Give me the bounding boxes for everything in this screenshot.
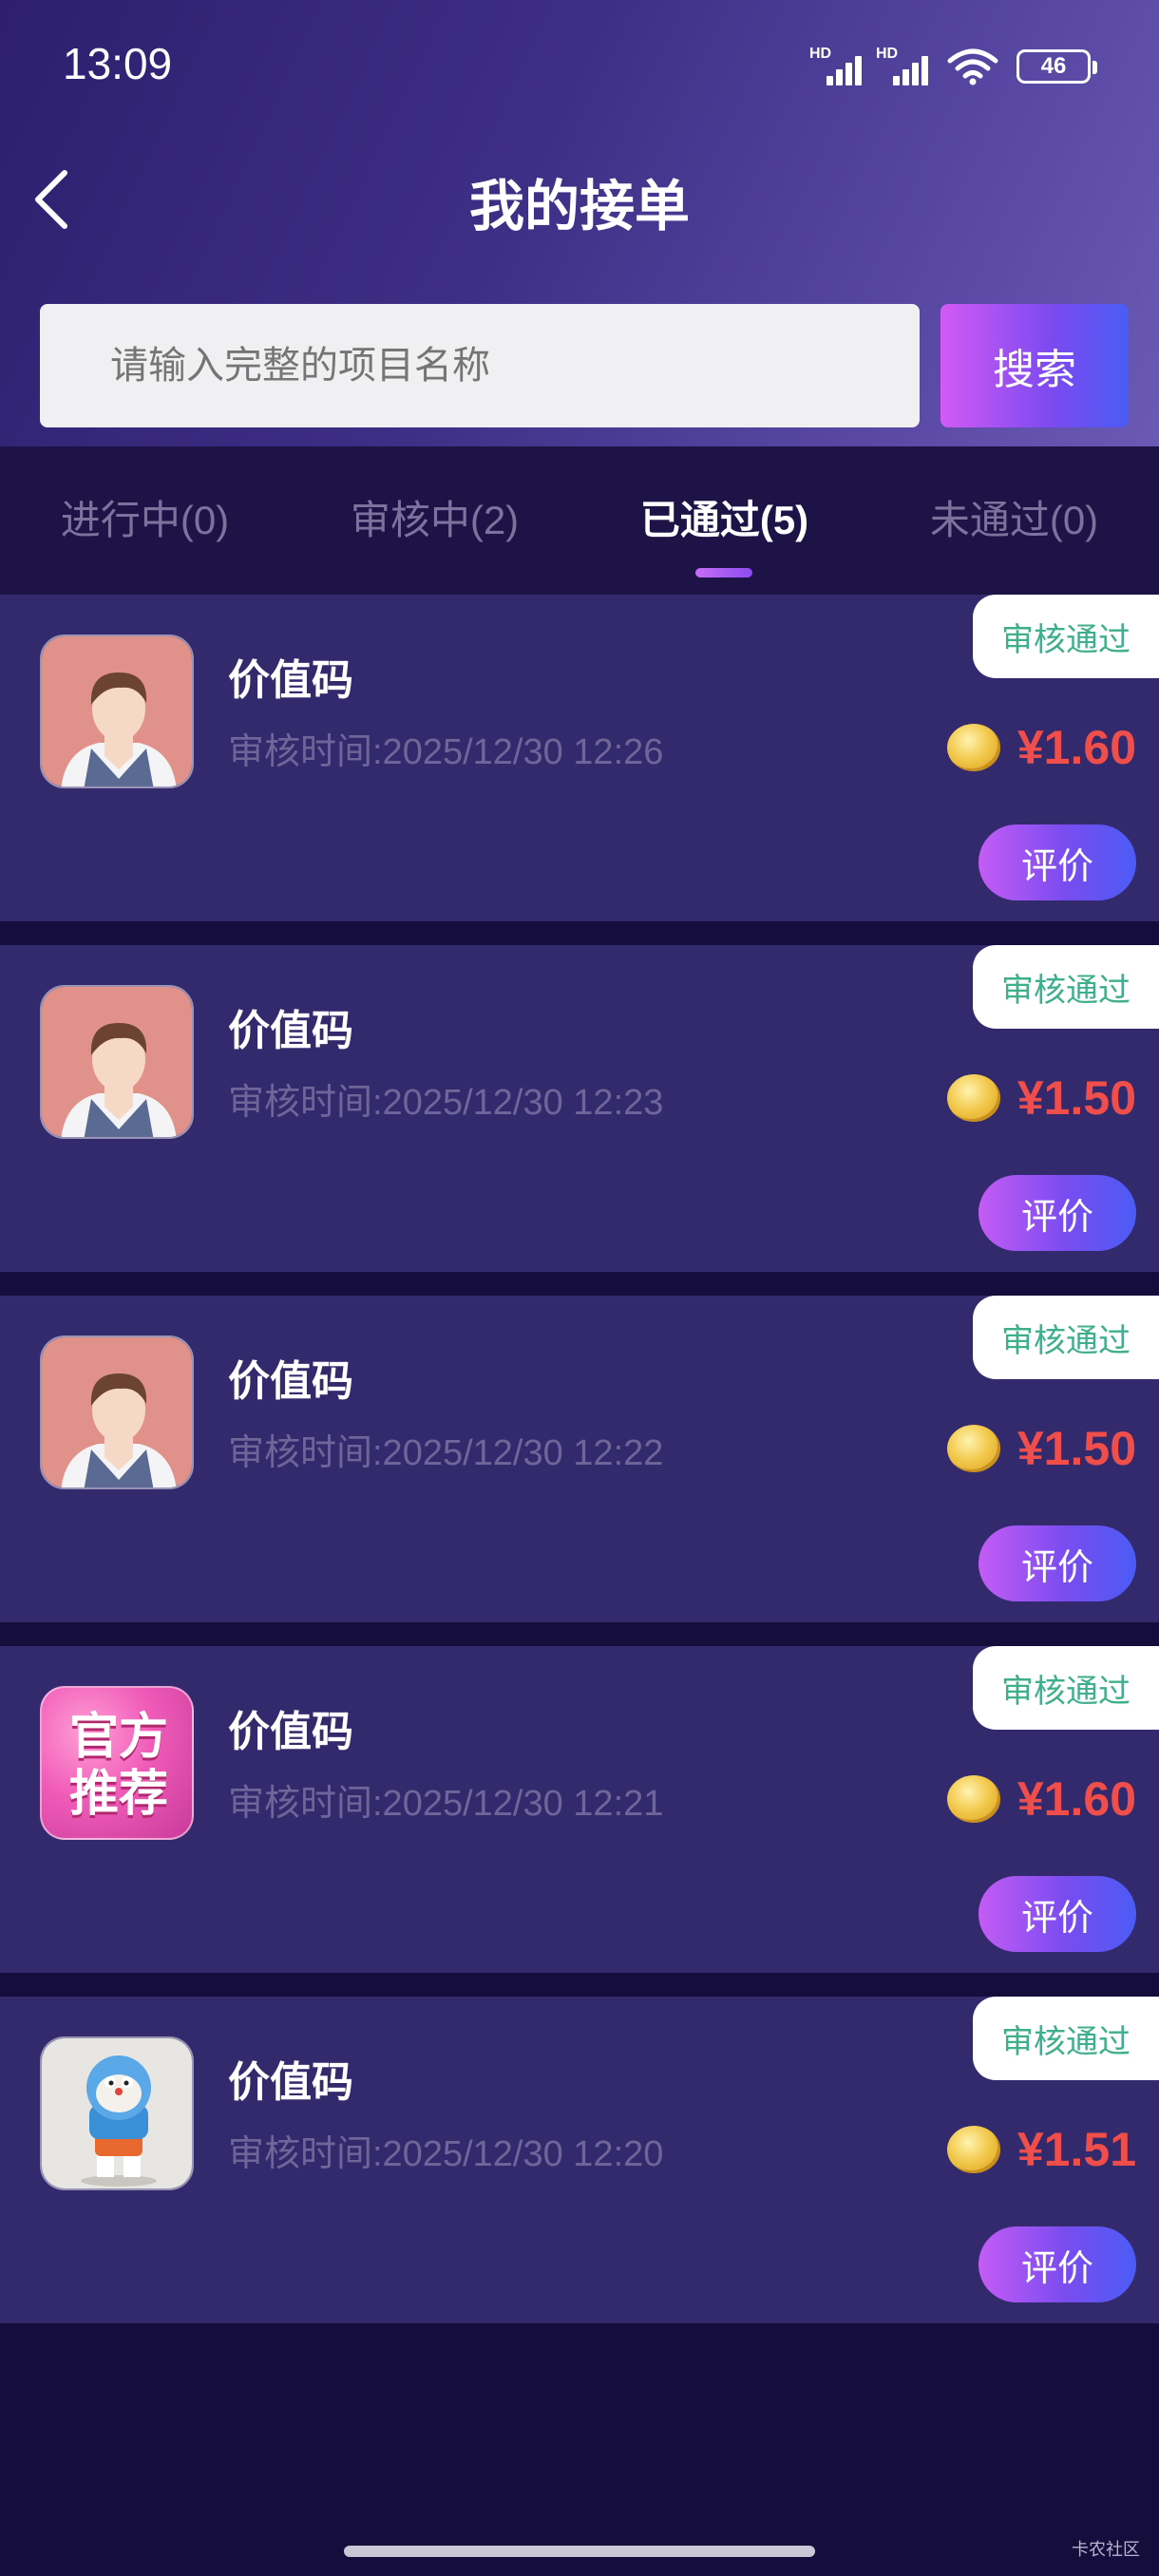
review-button[interactable]: 评价 [978,824,1136,900]
item-title: 价值码 [228,1007,353,1055]
person-avatar [40,1335,194,1489]
search-button[interactable]: 搜索 [940,304,1129,427]
tab-bar: 进行中(0) 审核中(2) 已通过(5) 未通过(0) [0,446,1159,595]
price-row: ¥1.50 [946,1421,1136,1476]
order-card[interactable]: 价值码 审核时间:2025/12/30 12:20 审核通过 ¥1.51 评价 [0,1997,1159,2323]
order-card[interactable]: 价值码 审核时间:2025/12/30 12:22 审核通过 ¥1.50 评价 [0,1296,1159,1622]
status-time: 13:09 [63,39,173,88]
home-indicator[interactable] [344,2546,815,2557]
review-button[interactable]: 评价 [978,1525,1136,1601]
signal-icon: HD [876,46,933,85]
coin-icon [946,1425,1000,1472]
price: ¥1.50 [1016,1422,1136,1475]
battery-icon: 46 [1016,49,1097,84]
tab-approved[interactable]: 已通过(5) [580,446,869,595]
item-title: 价值码 [228,1708,353,1756]
signal-icon: HD [809,46,866,85]
review-button[interactable]: 评价 [978,1175,1136,1251]
review-button[interactable]: 评价 [978,1876,1136,1952]
review-time: 审核时间:2025/12/30 12:26 [228,732,664,772]
status-badge: 审核通过 [973,1646,1159,1730]
price: ¥1.51 [1016,2123,1136,2176]
person-avatar [40,985,194,1139]
review-time: 审核时间:2025/12/30 12:22 [228,1433,664,1473]
item-title: 价值码 [228,656,353,705]
price-row: ¥1.60 [946,1771,1136,1827]
review-time: 审核时间:2025/12/30 12:21 [228,1784,664,1824]
status-badge: 审核通过 [973,1296,1159,1379]
order-card[interactable]: 价值码 审核时间:2025/12/30 12:23 审核通过 ¥1.50 评价 [0,945,1159,1272]
official-recommend-avatar: 官方 推荐 [40,1686,194,1840]
price: ¥1.60 [1016,721,1136,774]
status-badge: 审核通过 [973,945,1159,1029]
order-card[interactable]: 官方 推荐 价值码 审核时间:2025/12/30 12:21 审核通过 ¥1.… [0,1646,1159,1973]
status-badge: 审核通过 [973,595,1159,678]
review-button[interactable]: 评价 [978,2226,1136,2302]
item-title: 价值码 [228,2058,353,2107]
review-time: 审核时间:2025/12/30 12:23 [228,1083,664,1123]
price-row: ¥1.51 [946,2122,1136,2177]
person-avatar [40,635,194,788]
watermark: 卡农社区 [1072,2540,1140,2560]
tab-under-review[interactable]: 审核中(2) [290,446,580,595]
tab-indicator [695,568,752,578]
coin-icon [946,724,1000,771]
coin-icon [946,1074,1000,1122]
review-time: 审核时间:2025/12/30 12:20 [228,2134,664,2174]
doraemon-figure-avatar [40,2036,194,2190]
order-card[interactable]: 价值码 审核时间:2025/12/30 12:26 审核通过 ¥1.60 评价 [0,595,1159,921]
tab-rejected[interactable]: 未通过(0) [869,446,1159,595]
price: ¥1.60 [1016,1772,1136,1826]
item-title: 价值码 [228,1357,353,1406]
page-title: 我的接单 [468,174,690,238]
status-bar: 13:09 HD HD 46 [0,0,1159,133]
price-row: ¥1.60 [946,720,1136,775]
tab-in-progress[interactable]: 进行中(0) [0,446,290,595]
coin-icon [946,1775,1000,1823]
status-badge: 审核通过 [973,1997,1159,2080]
price-row: ¥1.50 [946,1070,1136,1126]
price: ¥1.50 [1016,1071,1136,1125]
search-input[interactable] [40,304,920,427]
coin-icon [946,2126,1000,2173]
order-list: 价值码 审核时间:2025/12/30 12:26 审核通过 ¥1.60 评价 … [0,595,1159,2347]
wifi-icon [947,48,998,85]
